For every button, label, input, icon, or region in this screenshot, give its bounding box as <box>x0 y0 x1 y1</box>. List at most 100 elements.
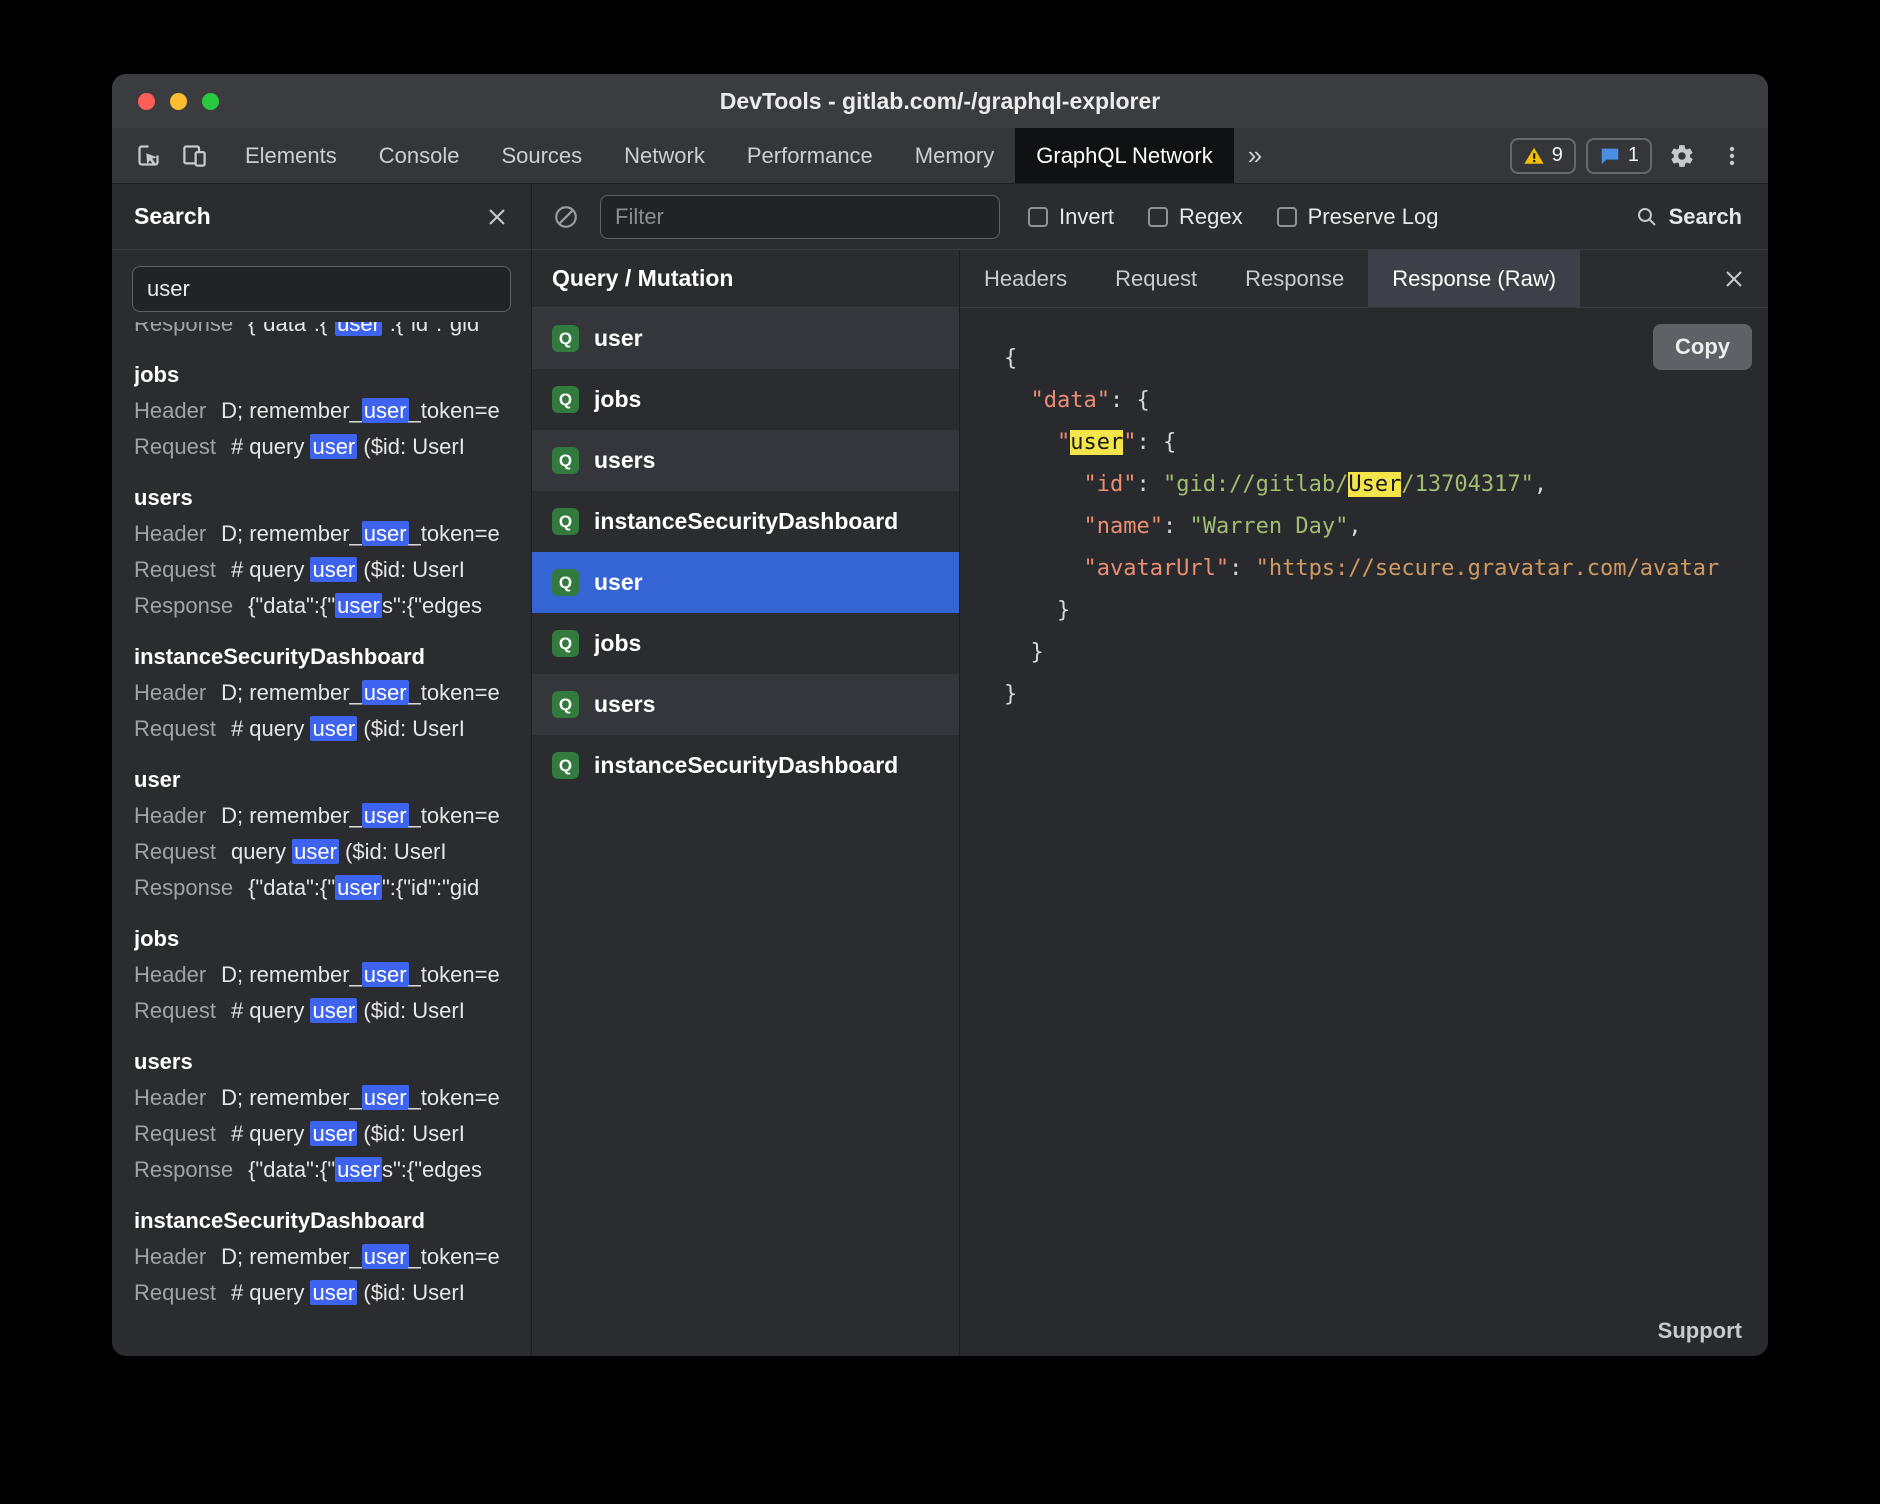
search-result-line[interactable]: HeaderD; remember_user_token=e <box>134 798 509 834</box>
search-result-line[interactable]: Request# query user ($id: UserI <box>134 1275 509 1311</box>
minimize-window-button[interactable] <box>170 93 187 110</box>
result-line-label: Request <box>134 839 216 864</box>
warnings-badge[interactable]: 9 <box>1510 138 1576 174</box>
search-result-group-title[interactable]: users <box>134 480 509 516</box>
devtools-tool-icons <box>112 128 224 183</box>
detail-tab-response[interactable]: Response <box>1221 250 1368 307</box>
search-match-highlight: user <box>362 680 409 705</box>
search-result-line[interactable]: Request# query user ($id: UserI <box>134 711 509 747</box>
search-result-line[interactable]: Request# query user ($id: UserI <box>134 1116 509 1152</box>
result-line-label: Response <box>134 593 233 618</box>
close-window-button[interactable] <box>138 93 155 110</box>
devtools-tab-performance[interactable]: Performance <box>726 128 894 183</box>
toolbar-search-label: Search <box>1669 204 1742 230</box>
search-match-highlight: user <box>362 962 409 987</box>
filter-checkbox-preserve-log[interactable]: Preserve Log <box>1277 204 1439 230</box>
query-list-item[interactable]: QinstanceSecurityDashboard <box>532 735 959 796</box>
copy-button[interactable]: Copy <box>1653 324 1752 370</box>
search-result-group-title[interactable]: user <box>134 762 509 798</box>
toolbar-search[interactable]: Search <box>1635 204 1742 230</box>
devtools-tabs: ElementsConsoleSourcesNetworkPerformance… <box>224 128 1234 183</box>
search-match-highlight: user <box>292 839 339 864</box>
search-match-highlight: user <box>335 1157 382 1182</box>
devtools-tab-elements[interactable]: Elements <box>224 128 358 183</box>
search-result-line[interactable]: Header D; remember_user_token=e <box>134 516 509 552</box>
more-tabs-chevron[interactable]: » <box>1234 128 1276 183</box>
json-line: "id": "gid://gitlab/User/13704317", <box>1004 464 1748 506</box>
inspect-element-icon[interactable] <box>128 136 168 176</box>
devtools-tab-memory[interactable]: Memory <box>894 128 1015 183</box>
search-match-highlight: user <box>310 716 357 741</box>
result-line-content: D; remember_user_token=e <box>221 521 500 546</box>
query-list-item[interactable]: Quser <box>532 308 959 369</box>
json-line: "user": { <box>1004 422 1748 464</box>
query-list-item[interactable]: Qusers <box>532 430 959 491</box>
query-list-item[interactable]: Quser <box>532 552 959 613</box>
search-input[interactable] <box>132 266 511 312</box>
response-raw-view: Copy {"data": {"user": {"id": "gid://git… <box>960 308 1768 1356</box>
messages-badge[interactable]: 1 <box>1586 138 1652 174</box>
search-match-highlight: user <box>310 998 357 1023</box>
query-type-badge: Q <box>552 386 579 413</box>
search-match-highlight: user <box>362 803 409 828</box>
kebab-menu-icon[interactable] <box>1712 136 1752 176</box>
search-result-line[interactable]: Request# query user ($id: UserI <box>134 552 509 588</box>
search-result-line[interactable]: Request# query user ($id: UserI <box>134 993 509 1029</box>
search-result-group-title[interactable]: jobs <box>134 921 509 957</box>
detail-tab-headers[interactable]: Headers <box>960 250 1091 307</box>
search-result-line[interactable]: Response{"data":{"user":{"id":"gid <box>134 322 509 342</box>
settings-gear-icon[interactable] <box>1662 136 1702 176</box>
search-match-highlight: user <box>310 1121 357 1146</box>
detail-tab-response-raw[interactable]: Response (Raw) <box>1368 250 1580 307</box>
result-line-label: Request <box>134 716 216 741</box>
search-result-group-title[interactable]: users <box>134 1044 509 1080</box>
devtools-tab-sources[interactable]: Sources <box>480 128 603 183</box>
result-line-content: D; remember_user_token=e <box>221 803 500 828</box>
zoom-window-button[interactable] <box>202 93 219 110</box>
filter-input[interactable] <box>600 195 1000 239</box>
panels-row: Query / Mutation QuserQjobsQusersQinstan… <box>532 250 1768 1356</box>
devtools-tab-network[interactable]: Network <box>603 128 726 183</box>
support-link[interactable]: Support <box>1658 1318 1742 1344</box>
filter-checkbox-invert[interactable]: Invert <box>1028 204 1114 230</box>
search-result-line[interactable]: Response{"data":{"users":{"edges <box>134 1152 509 1188</box>
search-result-group-title[interactable]: instanceSecurityDashboard <box>134 1203 509 1239</box>
device-toolbar-icon[interactable] <box>174 136 214 176</box>
search-result-line[interactable]: HeaderD; remember_user_token=e <box>134 957 509 993</box>
json-line: } <box>1004 632 1748 674</box>
search-result-line[interactable]: HeaderD; remember_user_token=e <box>134 393 509 429</box>
query-list-item[interactable]: Qjobs <box>532 613 959 674</box>
detail-tab-request[interactable]: Request <box>1091 250 1221 307</box>
toolbar-right-cluster: 9 1 <box>1510 128 1768 183</box>
search-result-line[interactable]: Requestquery user ($id: UserI <box>134 834 509 870</box>
search-close-icon[interactable] <box>485 205 509 229</box>
query-label: instanceSecurityDashboard <box>594 752 898 779</box>
result-line-label: Response <box>134 1157 233 1182</box>
search-result-line[interactable]: HeaderD; remember_user_token=e <box>134 1080 509 1116</box>
result-line-content: # query user ($id: UserI <box>231 998 465 1023</box>
search-result-line[interactable]: HeaderD; remember_user_token=e <box>134 1239 509 1275</box>
result-line-label: Header <box>134 521 206 546</box>
query-list-item[interactable]: Qusers <box>532 674 959 735</box>
query-list-header: Query / Mutation <box>532 250 959 308</box>
devtools-tab-console[interactable]: Console <box>358 128 481 183</box>
search-result-line[interactable]: Response{"data":{"users":{"edges <box>134 588 509 624</box>
search-result-line[interactable]: HeaderD; remember_user_token=e <box>134 675 509 711</box>
result-line-content: {"data":{"user":{"id":"gid <box>248 875 479 900</box>
search-result-line[interactable]: Request# query user ($id: UserI <box>134 429 509 465</box>
filter-checkbox-regex[interactable]: Regex <box>1148 204 1243 230</box>
search-match-highlight: user <box>335 322 382 336</box>
detail-close-icon[interactable] <box>1722 267 1768 291</box>
search-result-group-title[interactable]: instanceSecurityDashboard <box>134 639 509 675</box>
result-line-label: Request <box>134 434 216 459</box>
search-result-group-title[interactable]: jobs <box>134 357 509 393</box>
warning-count: 9 <box>1552 144 1563 167</box>
clear-requests-icon[interactable] <box>546 197 586 237</box>
devtools-tab-graphql-network[interactable]: GraphQL Network <box>1015 128 1233 183</box>
query-list-item[interactable]: Qjobs <box>532 369 959 430</box>
query-list-item[interactable]: QinstanceSecurityDashboard <box>532 491 959 552</box>
search-result-line[interactable]: Response{"data":{"user":{"id":"gid <box>134 870 509 906</box>
search-match-highlight: User <box>1348 472 1401 497</box>
query-label: jobs <box>594 630 641 657</box>
result-line-label: Request <box>134 1280 216 1305</box>
